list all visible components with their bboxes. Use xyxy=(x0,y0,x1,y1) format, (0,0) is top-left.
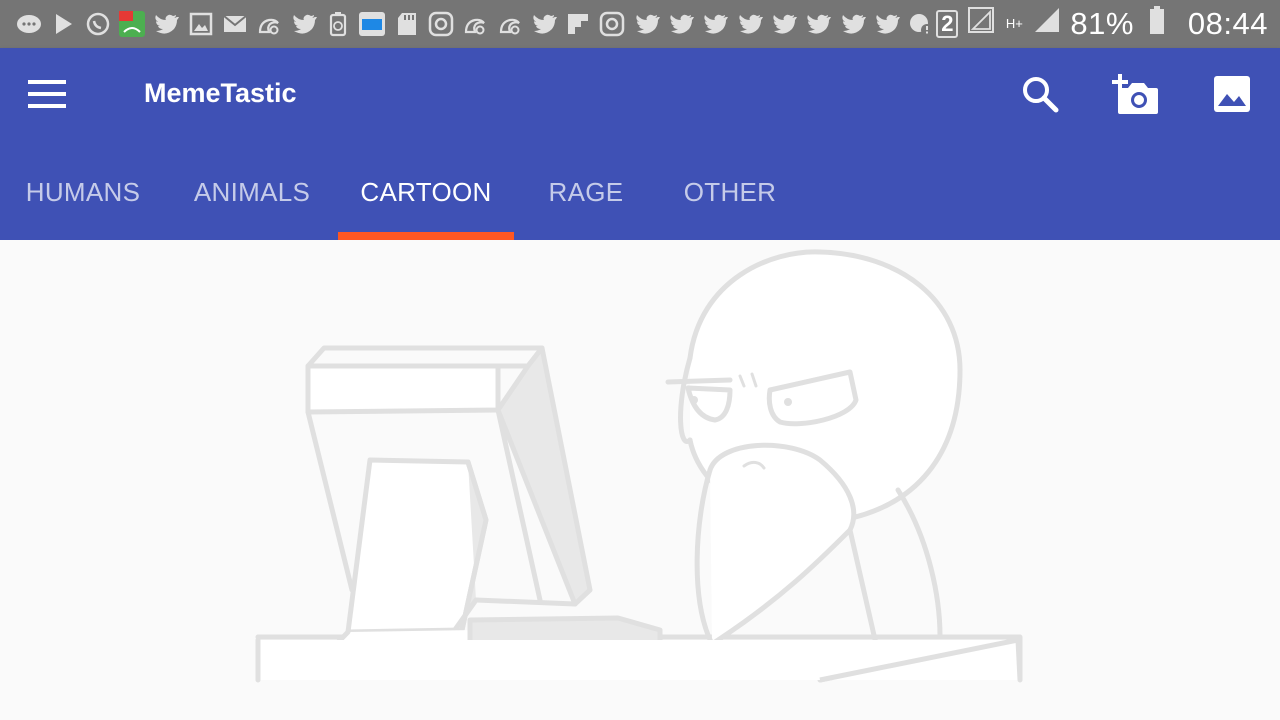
tab-other[interactable]: OTHER xyxy=(658,144,802,240)
app-title: MemeTastic xyxy=(144,78,297,108)
sd-card-icon xyxy=(391,8,421,40)
gallery-button[interactable] xyxy=(1208,72,1256,120)
status-right: 2 H+ 81% 08:44 xyxy=(936,5,1268,43)
book-icon xyxy=(357,8,387,40)
signal-strength-icon xyxy=(1032,5,1062,43)
add-photo-button[interactable] xyxy=(1112,72,1160,120)
twitter-icon xyxy=(529,8,559,40)
network-type: H+ xyxy=(1005,16,1023,31)
twitter-icon xyxy=(769,8,799,40)
twitter-icon xyxy=(735,8,765,40)
instagram-icon xyxy=(426,8,456,40)
status-bar: 2 H+ 81% 08:44 xyxy=(0,0,1280,48)
gallery-icon xyxy=(1212,74,1252,119)
meme-computer-guy-image[interactable] xyxy=(0,240,1280,720)
instagram-icon xyxy=(597,8,627,40)
whatsapp-icon xyxy=(83,8,113,40)
app-bar: MemeTastic HUMANS ANIMALS CARTOON RAGE O… xyxy=(0,48,1280,240)
menu-button[interactable] xyxy=(24,72,72,120)
tab-cartoon[interactable]: CARTOON xyxy=(338,144,514,240)
gallery-icon xyxy=(186,8,216,40)
meme-content xyxy=(0,240,1280,720)
notification-icons xyxy=(14,8,936,40)
twitter-icon xyxy=(632,8,662,40)
twitter-icon xyxy=(838,8,868,40)
tab-humans[interactable]: HUMANS xyxy=(0,144,166,240)
play-store-icon xyxy=(48,8,78,40)
tab-animals[interactable]: ANIMALS xyxy=(166,144,338,240)
email-icon xyxy=(220,8,250,40)
signal-outline-icon xyxy=(966,5,996,43)
clock: 08:44 xyxy=(1187,6,1268,41)
messenger-icon xyxy=(14,8,44,40)
search-icon xyxy=(1020,74,1060,119)
search-button[interactable] xyxy=(1016,72,1064,120)
toolbar: MemeTastic xyxy=(0,48,1280,144)
sim-slot-icon: 2 xyxy=(936,10,959,38)
twitter-icon xyxy=(151,8,181,40)
uc-browser-icon xyxy=(460,8,490,40)
uc-browser-icon xyxy=(254,8,284,40)
uc-browser-icon xyxy=(494,8,524,40)
tab-rage[interactable]: RAGE xyxy=(514,144,658,240)
flipboard-icon xyxy=(563,8,593,40)
alert-icon xyxy=(906,8,936,40)
recycle-icon xyxy=(323,8,353,40)
twitter-icon xyxy=(666,8,696,40)
twitter-icon xyxy=(803,8,833,40)
hamburger-menu-icon xyxy=(28,79,68,114)
battery-icon xyxy=(1142,5,1172,43)
category-tabs: HUMANS ANIMALS CARTOON RAGE OTHER xyxy=(0,144,1280,240)
app-icon xyxy=(117,8,147,40)
twitter-icon xyxy=(289,8,319,40)
twitter-icon xyxy=(872,8,902,40)
tab-indicator xyxy=(338,232,514,240)
battery-percent: 81% xyxy=(1070,6,1134,41)
twitter-icon xyxy=(700,8,730,40)
add-photo-icon xyxy=(1112,72,1160,121)
